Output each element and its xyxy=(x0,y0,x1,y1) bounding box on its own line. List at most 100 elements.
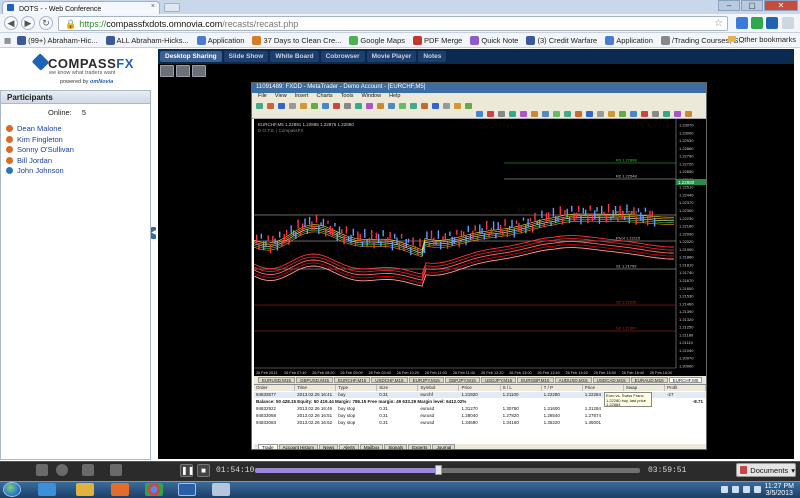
toolbar-icon[interactable] xyxy=(608,111,615,117)
chart-tab[interactable]: EURGBP,M15 xyxy=(517,377,554,383)
bookmark-item[interactable]: Application xyxy=(195,35,247,45)
chart-tab[interactable]: EURCHF,M15 xyxy=(334,377,371,383)
toolbar-icon[interactable] xyxy=(564,111,571,117)
bookmark-item[interactable]: PDF Merge xyxy=(411,35,464,45)
browser-tab[interactable]: DOTS - - Web Conference × xyxy=(2,1,160,14)
terminal-tab[interactable]: Account History xyxy=(278,444,319,449)
toolbar-icon[interactable] xyxy=(410,103,417,109)
terminal-tab[interactable]: Journal xyxy=(432,444,456,449)
maximize-button[interactable]: ▢ xyxy=(741,0,763,11)
toolbar-icon[interactable] xyxy=(652,111,659,117)
toolbar-icon[interactable] xyxy=(542,111,549,117)
toolbar-icon[interactable] xyxy=(388,103,395,109)
bookmark-item[interactable]: Application xyxy=(603,35,655,45)
close-window-button[interactable]: ✕ xyxy=(764,0,798,11)
documents-button[interactable]: Documents ▾ xyxy=(736,463,796,477)
app-icon[interactable] xyxy=(212,483,230,496)
participant-item[interactable]: Kim Fingleton xyxy=(6,135,63,144)
wrench-menu-icon[interactable] xyxy=(782,17,794,29)
toolbar-icon[interactable] xyxy=(597,111,604,117)
mt-menu-item[interactable]: Help xyxy=(389,93,400,101)
bookmark-item[interactable]: Quick Note xyxy=(468,35,520,45)
terminal-tab[interactable]: Mailbox xyxy=(359,444,384,449)
participant-item[interactable]: Dean Malone xyxy=(6,124,62,133)
volume-icon[interactable] xyxy=(753,486,761,493)
toolbar-icon[interactable] xyxy=(575,111,582,117)
toolbar-icon[interactable] xyxy=(311,103,318,109)
chart-tab[interactable]: GBPJPY,M15 xyxy=(444,377,480,383)
audio-icon[interactable] xyxy=(36,464,48,476)
chart-tab[interactable]: EURAUD,M15 xyxy=(630,377,668,383)
chart-tab[interactable]: USDJPY,M15 xyxy=(480,377,517,383)
toolbar-icon[interactable] xyxy=(685,111,692,117)
toolbar-icon[interactable] xyxy=(432,103,439,109)
tab-desktop-sharing[interactable]: Desktop Sharing xyxy=(160,51,222,62)
mt-menu-item[interactable]: File xyxy=(258,93,267,101)
chart-tab[interactable]: EURJPY,M15 xyxy=(408,377,444,383)
mt-menu-item[interactable]: Charts xyxy=(316,93,332,101)
toolbar-icon[interactable] xyxy=(399,103,406,109)
mt-menu-item[interactable]: View xyxy=(275,93,287,101)
toolbar-icon[interactable] xyxy=(487,111,494,117)
extension-icon[interactable] xyxy=(766,17,778,29)
toolbar-icon[interactable] xyxy=(586,111,593,117)
toolbar-icon[interactable] xyxy=(421,103,428,109)
mt-menu-item[interactable]: Insert xyxy=(295,93,309,101)
other-bookmarks[interactable]: Other bookmarks xyxy=(728,35,796,44)
tray-icon[interactable] xyxy=(720,486,728,493)
toolbar-icon[interactable] xyxy=(663,111,670,117)
ie-icon[interactable] xyxy=(38,483,56,496)
toolbar-icon[interactable] xyxy=(619,111,626,117)
toolbar-icon[interactable] xyxy=(267,103,274,109)
speaker-icon[interactable] xyxy=(56,464,68,476)
participant-item[interactable]: Bill Jordan xyxy=(6,156,52,165)
toolbar-icon[interactable] xyxy=(520,111,527,117)
minimize-button[interactable]: – xyxy=(718,0,740,11)
reload-button[interactable]: ↻ xyxy=(39,16,53,30)
chart-tab[interactable]: GBPUSD,M15 xyxy=(296,377,334,383)
table-row[interactable]: 94833068 2013.02.26 16:51 buy stop 0.31 euru… xyxy=(254,413,706,419)
phone-icon[interactable] xyxy=(82,464,94,476)
chat-icon[interactable] xyxy=(110,464,122,476)
bookmark-item[interactable]: 37 Days to Clean Cre... xyxy=(250,35,343,45)
tab-white-board[interactable]: White Board xyxy=(270,51,319,62)
address-bar[interactable]: 🔒 https://compassfxdots.omnovia.com/recas… xyxy=(58,16,728,31)
mt-menu-item[interactable]: Tools xyxy=(341,93,354,101)
toolbar-icon[interactable] xyxy=(443,103,450,109)
toolbar-icon[interactable] xyxy=(333,103,340,109)
chart-tab[interactable]: AUDUSD,M15 xyxy=(554,377,592,383)
fit-screen-button[interactable] xyxy=(160,65,174,77)
toolbar-icon[interactable] xyxy=(476,111,483,117)
toolbar-icon[interactable] xyxy=(300,103,307,109)
bookmark-item[interactable]: Google Maps xyxy=(347,35,407,45)
toolbar-icon[interactable] xyxy=(289,103,296,109)
toolbar-icon[interactable] xyxy=(630,111,637,117)
toolbar-icon[interactable] xyxy=(377,103,384,109)
toolbar-icon[interactable] xyxy=(553,111,560,117)
terminal-tab[interactable]: News xyxy=(319,444,339,449)
toolbar-icon[interactable] xyxy=(498,111,505,117)
chart-tab[interactable]: EURUSD,M15 xyxy=(258,377,296,383)
explorer-icon[interactable] xyxy=(76,483,94,496)
bookmark-star-icon[interactable]: ☆ xyxy=(714,18,723,29)
start-button[interactable] xyxy=(3,482,21,497)
participant-item[interactable]: Sonny O'Sullivan xyxy=(6,145,74,154)
participant-item[interactable]: John Johnson xyxy=(6,166,64,175)
tab-cobrowser[interactable]: Cobrowser xyxy=(320,51,365,62)
actual-size-button[interactable] xyxy=(176,65,190,77)
toolbar-icon[interactable] xyxy=(355,103,362,109)
terminal-tab[interactable]: Signals xyxy=(384,444,408,449)
back-button[interactable]: ◀ xyxy=(4,16,18,30)
chrome-icon[interactable] xyxy=(145,483,163,496)
toolbar-icon[interactable] xyxy=(674,111,681,117)
clock[interactable]: 11:27 PM 3/5/2013 xyxy=(765,483,794,497)
new-tab-button[interactable] xyxy=(164,3,180,12)
pause-button[interactable]: ❚❚ xyxy=(180,464,194,477)
tray-icon[interactable] xyxy=(731,486,739,493)
forward-button[interactable]: ▶ xyxy=(21,16,35,30)
terminal-tab[interactable]: Alerts xyxy=(339,444,359,449)
tab-slide-show[interactable]: Slide Show xyxy=(223,51,269,62)
extension-icon[interactable] xyxy=(736,17,748,29)
tab-movie-player[interactable]: Movie Player xyxy=(366,51,417,62)
mt-menu-item[interactable]: Window xyxy=(362,93,382,101)
